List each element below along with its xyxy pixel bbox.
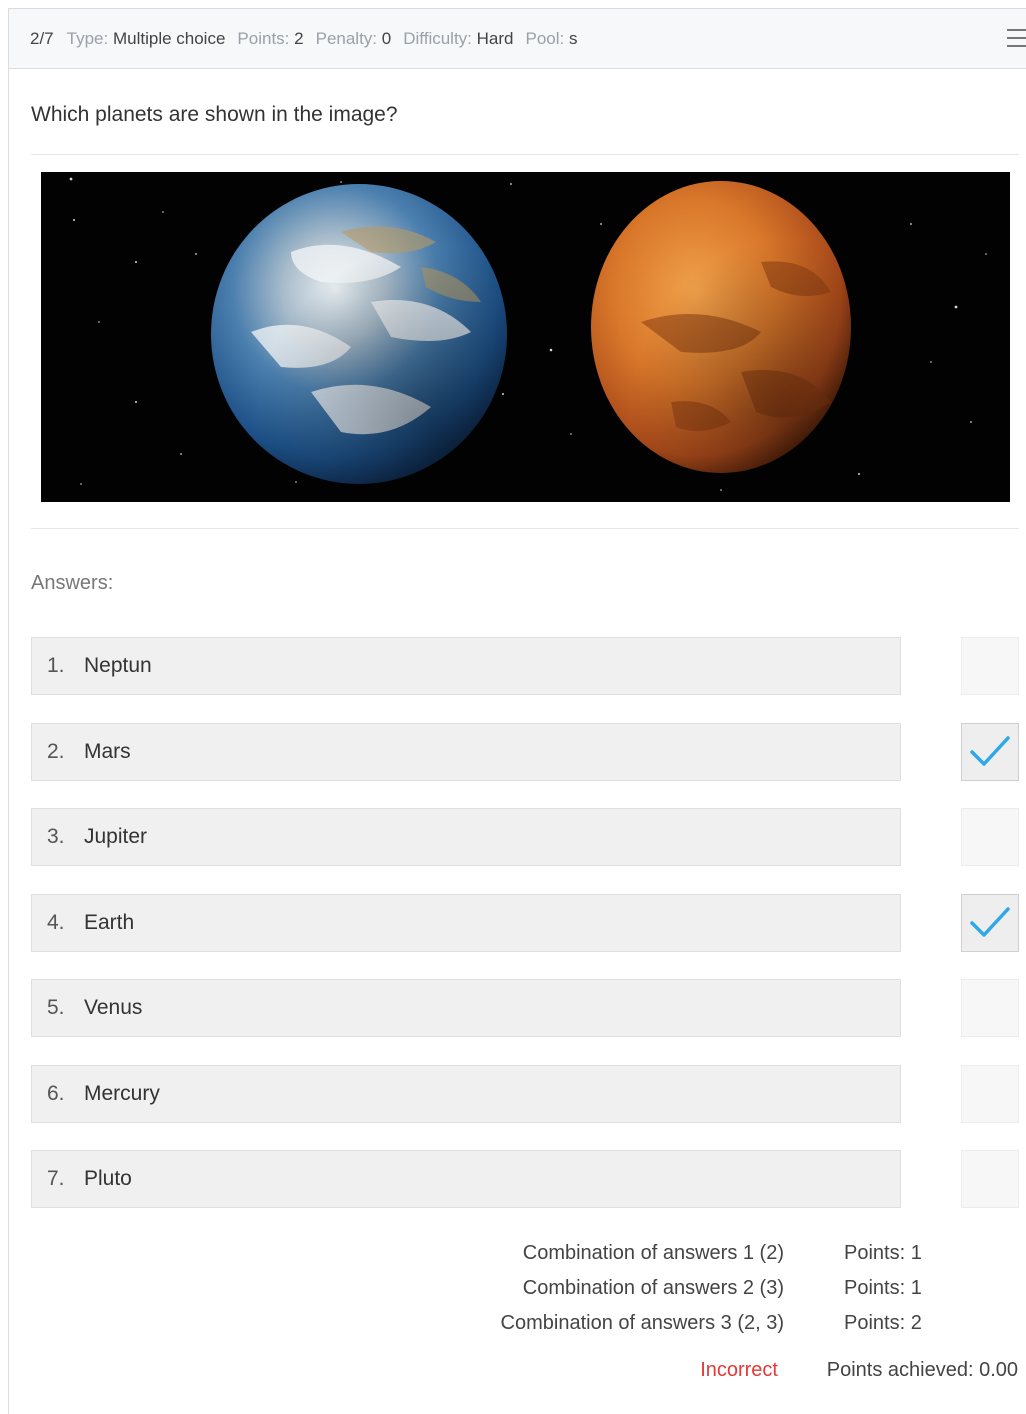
- points-achieved: Points achieved: 0.00: [826, 1359, 1018, 1381]
- divider: [31, 154, 1019, 155]
- question-text: Which planets are shown in the image?: [31, 103, 398, 126]
- answer-label: Venus: [84, 996, 143, 1019]
- answer-checkbox-7[interactable]: [961, 1150, 1019, 1208]
- answer-label: Mercury: [84, 1082, 160, 1105]
- difficulty-label: Difficulty:: [403, 28, 472, 48]
- question-panel: 2/7 Type: Multiple choice Points: 2 Pena…: [8, 8, 1026, 1414]
- checkmark-icon: [970, 907, 1010, 937]
- divider: [31, 528, 1019, 529]
- points-info: Points: 2: [237, 29, 303, 49]
- penalty-label: Penalty:: [315, 28, 378, 48]
- answer-label: Neptun: [84, 654, 152, 677]
- type-label: Type:: [66, 28, 109, 48]
- pool-info: Pool: s: [526, 29, 578, 49]
- pool-label: Pool:: [525, 28, 565, 48]
- answer-checkbox-1[interactable]: [961, 637, 1019, 695]
- answer-checkbox-6[interactable]: [961, 1065, 1019, 1123]
- penalty-value: 0: [381, 28, 392, 48]
- combination-label: Combination of answers 2 (3): [522, 1277, 784, 1299]
- answer-checkbox-2[interactable]: [961, 723, 1019, 781]
- combination-points: Points: 1: [844, 1242, 922, 1264]
- answer-checkbox-5[interactable]: [961, 979, 1019, 1037]
- result-status: Incorrect: [700, 1359, 778, 1381]
- combination-points: Points: 1: [844, 1277, 922, 1299]
- answer-option-4[interactable]: 4. Earth: [31, 894, 901, 952]
- hamburger-menu-icon[interactable]: [1007, 29, 1026, 51]
- question-header: 2/7 Type: Multiple choice Points: 2 Pena…: [9, 9, 1026, 69]
- checkmark-icon: [970, 736, 1010, 766]
- answer-index: 2.: [47, 740, 65, 763]
- answer-index: 7.: [47, 1167, 65, 1190]
- answer-index: 1.: [47, 654, 65, 677]
- answer-label: Pluto: [84, 1167, 132, 1190]
- answer-checkbox-3[interactable]: [961, 808, 1019, 866]
- difficulty-value: Hard: [476, 28, 514, 48]
- question-position: 2/7: [30, 28, 54, 48]
- answer-option-3[interactable]: 3. Jupiter: [31, 808, 901, 866]
- difficulty-info: Difficulty: Hard: [403, 29, 513, 49]
- answer-option-5[interactable]: 5. Venus: [31, 979, 901, 1037]
- type-value: Multiple choice: [112, 28, 226, 48]
- answer-index: 3.: [47, 825, 65, 848]
- answer-checkbox-4[interactable]: [961, 894, 1019, 952]
- answer-index: 4.: [47, 911, 65, 934]
- points-label: Points:: [237, 28, 290, 48]
- pool-value: s: [568, 28, 578, 48]
- points-value: 2: [294, 28, 304, 48]
- answers-label: Answers:: [31, 572, 114, 594]
- combination-points: Points: 2: [844, 1312, 922, 1334]
- answer-option-6[interactable]: 6. Mercury: [31, 1065, 901, 1123]
- combination-label: Combination of answers 1 (2): [522, 1242, 784, 1264]
- answer-option-7[interactable]: 7. Pluto: [31, 1150, 901, 1208]
- answer-index: 6.: [47, 1082, 65, 1105]
- combination-label: Combination of answers 3 (2, 3): [500, 1312, 784, 1334]
- answer-label: Jupiter: [84, 825, 148, 848]
- answer-option-1[interactable]: 1. Neptun: [31, 637, 901, 695]
- answer-label: Mars: [84, 740, 131, 763]
- answer-option-2[interactable]: 2. Mars: [31, 723, 901, 781]
- earth-and-mars-image: [41, 172, 1010, 502]
- answer-label: Earth: [84, 911, 135, 934]
- type-info: Type: Multiple choice: [67, 29, 226, 49]
- answer-index: 5.: [47, 996, 65, 1019]
- penalty-info: Penalty: 0: [316, 29, 392, 49]
